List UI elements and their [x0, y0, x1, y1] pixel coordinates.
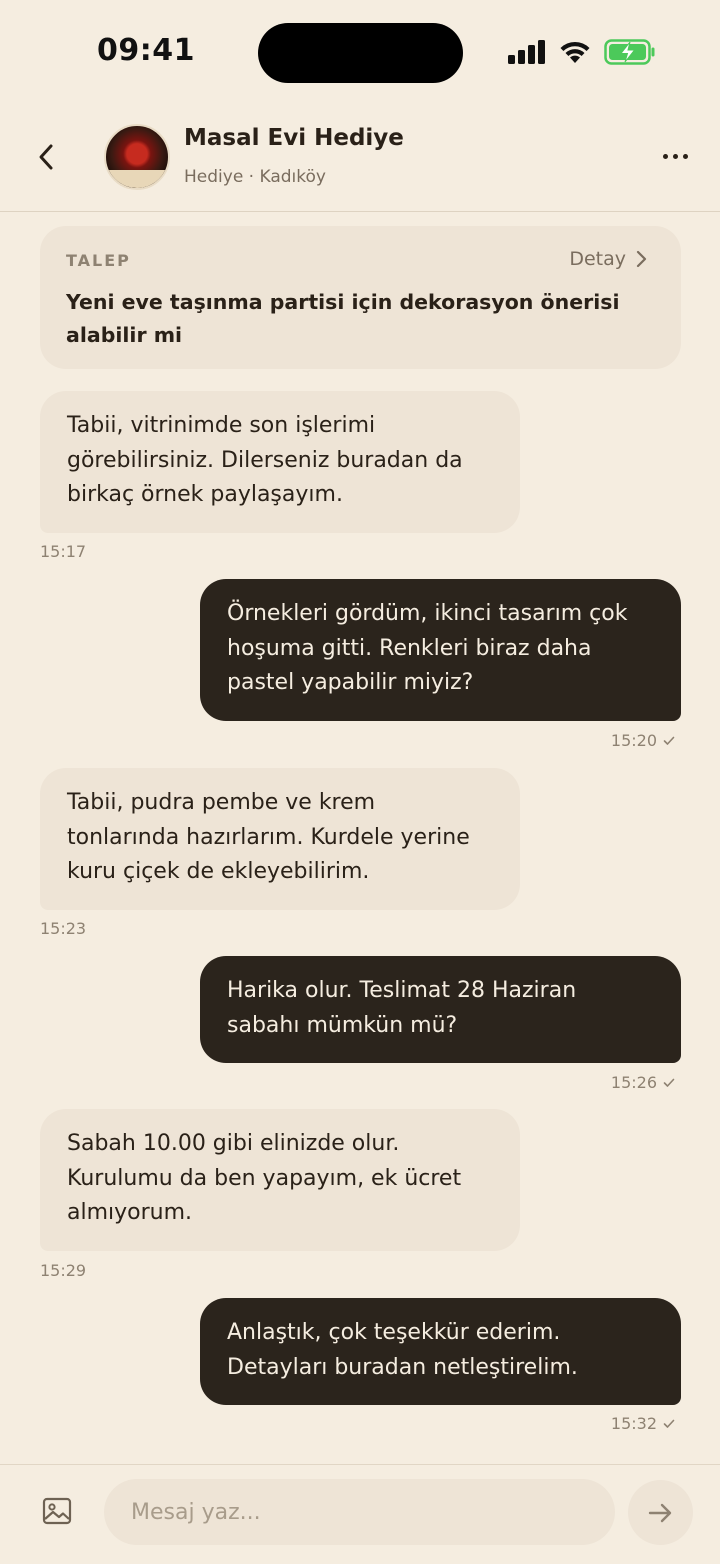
request-label: TALEP — [66, 251, 131, 270]
more-dot-icon — [682, 153, 688, 159]
message-meta: 15:26 — [611, 1073, 675, 1092]
request-detail-link[interactable]: Detay — [569, 248, 647, 270]
message-incoming[interactable]: Tabii, pudra pembe ve krem tonlarında ha… — [40, 768, 520, 910]
message-incoming[interactable]: Tabii, vitrinimde son işlerimi görebilir… — [40, 391, 520, 533]
back-button[interactable] — [28, 139, 64, 175]
delivered-check-icon — [663, 1078, 675, 1087]
message-composer — [0, 1464, 720, 1564]
status-icons — [508, 36, 656, 68]
message-input[interactable] — [104, 1479, 615, 1545]
chevron-left-icon — [39, 144, 53, 170]
message-outgoing[interactable]: Anlaştık, çok teşekkür ederim. Detayları… — [200, 1298, 681, 1405]
message-time: 15:23 — [40, 919, 87, 938]
message-time: 15:17 — [40, 542, 87, 561]
arrow-right-icon — [648, 1503, 671, 1522]
cellular-signal-icon — [508, 40, 545, 64]
delivered-check-icon — [663, 1419, 675, 1428]
more-dot-icon — [662, 153, 668, 159]
request-card: TALEP Detay Yeni eve taşınma partisi içi… — [40, 226, 681, 369]
contact-avatar[interactable] — [104, 124, 170, 190]
message-incoming[interactable]: Sabah 10.00 gibi elinizde olur. Kurulumu… — [40, 1109, 520, 1251]
message-outgoing[interactable]: Örnekleri gördüm, ikinci tasarım çok hoş… — [200, 579, 681, 721]
message-outgoing[interactable]: Harika olur. Teslimat 28 Haziran sabahı … — [200, 956, 681, 1063]
message-meta: 15:20 — [611, 731, 675, 750]
message-time: 15:29 — [40, 1261, 87, 1280]
request-text: Yeni eve taşınma partisi için dekorasyon… — [66, 290, 620, 347]
status-bar: 09:41 — [0, 0, 720, 105]
dynamic-island — [258, 23, 463, 83]
chevron-right-icon — [636, 250, 647, 268]
message-meta: 15:32 — [611, 1414, 675, 1433]
wifi-icon — [560, 41, 590, 63]
battery-charging-icon — [604, 39, 655, 65]
send-button[interactable] — [628, 1480, 693, 1545]
status-time: 09:41 — [97, 33, 195, 68]
chat-header: Masal Evi Hediye Hediye · Kadıköy — [0, 105, 720, 212]
image-icon — [42, 1497, 72, 1525]
more-options-button[interactable] — [655, 141, 695, 171]
attach-image-button[interactable] — [42, 1497, 76, 1529]
message-time: 15:32 — [610, 1414, 657, 1433]
more-dot-icon — [672, 153, 678, 159]
contact-subtitle: Hediye · Kadıköy — [184, 167, 326, 187]
request-detail-label: Detay — [569, 248, 626, 270]
delivered-check-icon — [663, 736, 675, 745]
message-time: 15:20 — [610, 731, 657, 750]
contact-name[interactable]: Masal Evi Hediye — [184, 125, 404, 151]
message-time: 15:26 — [610, 1073, 657, 1092]
